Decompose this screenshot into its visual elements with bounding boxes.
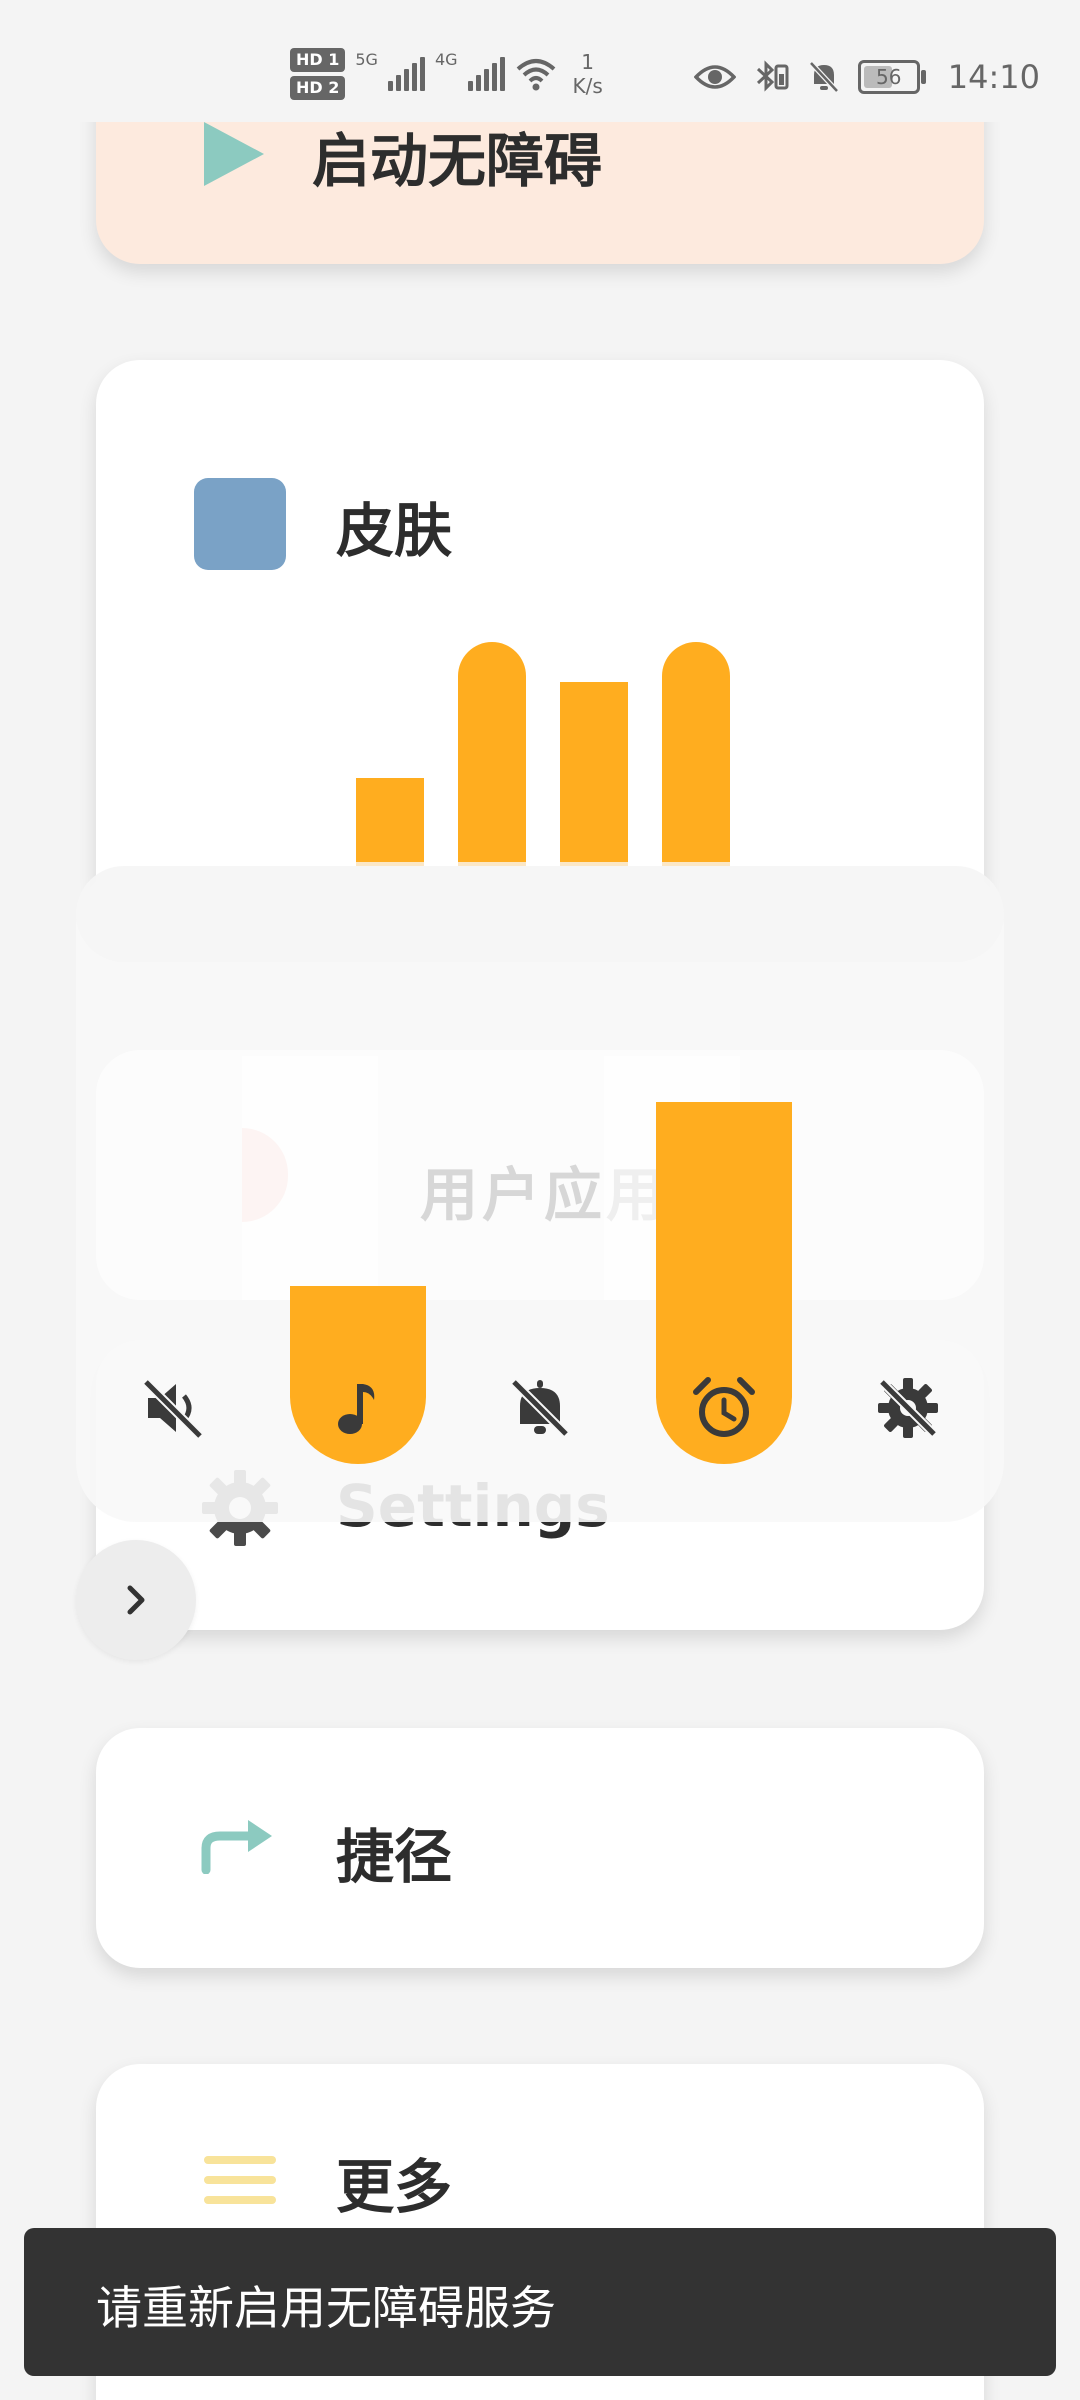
battery-level: 56 xyxy=(876,65,902,89)
bell-off-icon xyxy=(808,61,839,93)
status-bar: HD 1 HD 2 5G 4G 1 K/s 56 14:10 xyxy=(0,0,1080,122)
skin-preview-bars xyxy=(356,630,756,870)
shortcut-card[interactable]: 捷径 xyxy=(96,1728,984,1968)
eye-icon xyxy=(693,65,736,89)
hd-indicators: HD 1 HD 2 xyxy=(290,48,346,100)
skin-swatch-icon xyxy=(194,478,286,570)
speed-unit: K/s xyxy=(572,74,603,98)
app-root: HD 1 HD 2 5G 4G 1 K/s 56 14:10 启动无障碍 皮肤 … xyxy=(0,0,1080,2400)
settings-off-icon[interactable] xyxy=(876,1376,940,1440)
net-speed: 1 K/s xyxy=(573,50,603,98)
preview-bar-music xyxy=(458,642,526,870)
preview-bar-ring xyxy=(560,682,628,870)
speaker-mute-icon[interactable] xyxy=(142,1376,206,1440)
start-accessibility-label: 启动无障碍 xyxy=(312,127,603,195)
net2-label: 4G xyxy=(434,50,458,69)
chevron-right-icon xyxy=(127,1585,145,1615)
bell-mute-icon[interactable] xyxy=(508,1376,572,1440)
preview-bar-media xyxy=(356,778,424,870)
forward-arrow-icon xyxy=(201,1820,272,1874)
skin-card[interactable]: 皮肤 ◀ ♪ ▲ ◷ xyxy=(96,360,984,920)
signal-5g-icon xyxy=(387,57,425,91)
volume-panel-top-strip xyxy=(76,866,1004,962)
skin-label: 皮肤 xyxy=(336,497,453,565)
track-mute-bg xyxy=(242,1056,378,1300)
hd1-badge: HD 1 xyxy=(290,48,346,72)
status-left: HD 1 HD 2 5G 4G 1 K/s xyxy=(290,48,603,100)
hd2-badge: HD 2 xyxy=(290,76,346,100)
status-time: 14:10 xyxy=(947,58,1040,96)
speed-value: 1 xyxy=(581,50,595,74)
toast: 请重新启用无障碍服务 xyxy=(24,2228,1056,2376)
battery-icon: 56 xyxy=(857,60,926,94)
music-note-icon[interactable] xyxy=(326,1376,390,1440)
menu-icon xyxy=(204,2156,276,2216)
shortcut-label: 捷径 xyxy=(336,1823,453,1891)
bluetooth-battery-icon xyxy=(756,60,789,92)
net1-label: 5G xyxy=(355,50,378,69)
wifi-icon xyxy=(516,59,555,91)
toast-message: 请重新启用无障碍服务 xyxy=(96,2281,556,2335)
status-right: 56 14:10 xyxy=(693,58,1040,96)
expand-button[interactable] xyxy=(76,1540,196,1660)
play-icon xyxy=(204,122,264,186)
preview-bar-alarm xyxy=(662,642,730,870)
signal-4g-icon xyxy=(467,57,505,91)
more-label: 更多 xyxy=(336,2153,453,2221)
alarm-clock-icon[interactable] xyxy=(692,1376,756,1440)
